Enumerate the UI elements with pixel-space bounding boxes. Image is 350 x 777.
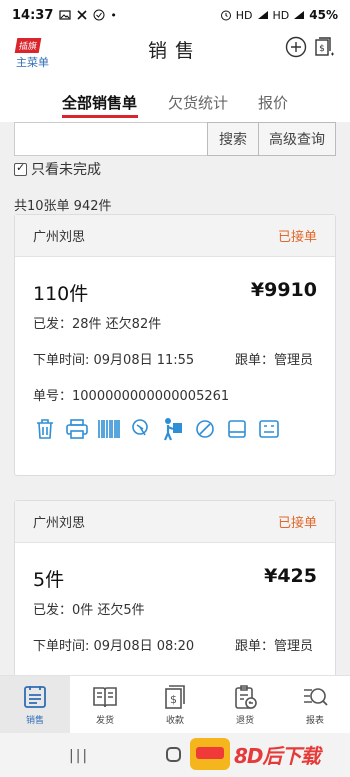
order-card-header: 广州刘思 已接单 <box>15 215 335 257</box>
nav-ship-label: 发货 <box>95 715 114 726</box>
order-card-header: 广州刘思 已接单 <box>15 501 335 543</box>
tab-shortage-stats[interactable]: 欠货统计 <box>168 92 228 113</box>
order-number: 单号：1000000000000005261 <box>33 389 230 404</box>
watermark-logo-icon <box>190 738 230 770</box>
bottom-nav: 销售 发货 $ 收款 退货 报表 <box>0 675 350 733</box>
order-card[interactable]: 广州刘思 已接单 5件 ¥425 已发：0件 还欠5件 下单时间: 09月08日… <box>14 500 336 690</box>
watermark-text: 8D后下载 <box>234 743 321 768</box>
print-icon[interactable] <box>65 417 89 441</box>
delivery-person-icon[interactable] <box>161 417 185 441</box>
watermark: 8D后下载 <box>190 738 321 770</box>
signal-icon <box>257 11 268 19</box>
shipped-info: 已发：0件 还欠5件 <box>33 603 145 618</box>
nav-payment[interactable]: $ 收款 <box>140 676 210 733</box>
alarm-icon <box>220 10 231 21</box>
nav-return[interactable]: 退货 <box>210 676 280 733</box>
tab-quote[interactable]: 报价 <box>258 92 288 113</box>
search-input[interactable] <box>14 122 208 156</box>
order-action-icons <box>33 417 281 441</box>
advanced-query-button[interactable]: 高级查询 <box>258 122 336 156</box>
nav-sales-label: 销售 <box>25 715 44 726</box>
order-card[interactable]: 广州刘思 已接单 110件 ¥9910 已发：28件 还欠82件 下单时间: 0… <box>14 214 336 476</box>
order-status: 已接单 <box>277 230 317 245</box>
barcode-icon[interactable] <box>97 417 121 441</box>
sales-icon <box>24 685 46 708</box>
app-header: 插旗 主菜单 销售 $ <box>0 30 350 70</box>
void-icon[interactable] <box>193 417 217 441</box>
return-icon <box>235 684 257 709</box>
order-quantity: 5件 <box>33 569 65 591</box>
delete-icon[interactable] <box>33 417 57 441</box>
order-quantity: 110件 <box>33 283 89 305</box>
status-time: 14:37 <box>12 7 54 23</box>
order-status: 已接单 <box>277 516 317 531</box>
report-icon <box>304 687 328 706</box>
order-summary: 共10张单 942件 <box>14 199 112 214</box>
svg-text:$: $ <box>319 44 325 54</box>
status-right: HD HD 45% <box>220 8 338 22</box>
checkbox-checked-icon[interactable] <box>14 161 27 176</box>
payment-icon: $ <box>165 684 185 709</box>
recent-apps-icon[interactable]: ||| <box>69 748 89 764</box>
nav-sales[interactable]: 销售 <box>0 676 70 733</box>
customer-name: 广州刘思 <box>33 230 86 245</box>
cancel-receive-icon[interactable] <box>129 417 153 441</box>
add-icon[interactable] <box>285 36 307 58</box>
nav-payment-label: 收款 <box>165 715 184 726</box>
order-amount: ¥9910 <box>250 279 317 301</box>
search-row: 搜索 高级查询 <box>14 122 336 158</box>
network-2-label: HD <box>272 8 290 22</box>
image-icon <box>59 10 71 20</box>
check-circle-icon <box>93 9 105 21</box>
status-notification-icons: • <box>59 9 117 22</box>
system-nav-bar: ||| 8D后下载 <box>0 733 350 777</box>
ship-icon <box>93 686 117 707</box>
order-time: 下单时间: 09月08日 08:20 <box>33 639 195 654</box>
new-bill-icon[interactable]: $ <box>313 36 335 58</box>
order-amount: ¥425 <box>264 565 317 587</box>
nav-report[interactable]: 报表 <box>280 676 350 733</box>
only-incomplete-toggle[interactable]: 只看未完成 <box>14 160 101 178</box>
shipped-info: 已发：28件 还欠82件 <box>33 317 162 332</box>
nav-return-label: 退货 <box>235 715 254 726</box>
nav-report-label: 报表 <box>305 715 324 726</box>
search-button[interactable]: 搜索 <box>207 122 259 156</box>
detail-icon[interactable] <box>257 417 281 441</box>
notebook-icon[interactable] <box>225 417 249 441</box>
only-incomplete-label: 只看未完成 <box>31 162 101 178</box>
tab-bar: 全部销售单 欠货统计 报价 <box>0 70 350 122</box>
network-1-label: HD <box>235 8 253 22</box>
signal-2-icon <box>294 11 305 19</box>
svg-text:$: $ <box>170 693 177 706</box>
tab-all-sales[interactable]: 全部销售单 <box>62 92 137 113</box>
status-bar: 14:37 • HD HD 45% <box>0 0 350 30</box>
nav-ship[interactable]: 发货 <box>70 676 140 733</box>
home-icon[interactable] <box>166 747 181 762</box>
customer-name: 广州刘思 <box>33 516 86 531</box>
tools-icon <box>77 10 87 20</box>
order-time: 下单时间: 09月08日 11:55 <box>33 353 195 368</box>
battery-level: 45% <box>309 8 338 22</box>
dot-icon: • <box>110 8 117 22</box>
active-tab-indicator <box>62 115 138 118</box>
order-follower: 跟单：管理员 <box>235 353 314 368</box>
order-follower: 跟单：管理员 <box>235 639 314 654</box>
